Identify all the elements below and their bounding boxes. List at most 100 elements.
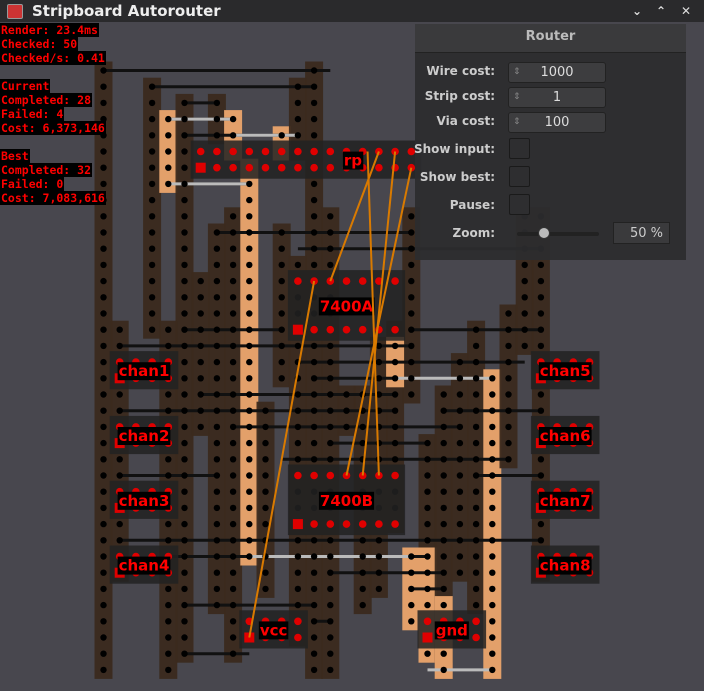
hole	[327, 423, 334, 431]
hole	[440, 439, 447, 447]
hole	[116, 456, 123, 463]
maximize-button[interactable]: ⌃	[652, 2, 670, 20]
pin	[326, 520, 335, 528]
show-best-checkbox[interactable]	[509, 166, 530, 187]
hole	[262, 439, 269, 447]
hole	[213, 553, 221, 560]
hole	[213, 99, 221, 107]
hole	[440, 391, 447, 398]
hole	[310, 213, 318, 220]
hole	[181, 277, 188, 285]
via-cost-spinbox[interactable]: ⇕ 100	[508, 112, 606, 133]
hole	[456, 391, 464, 398]
hole	[489, 537, 496, 544]
hole	[521, 310, 528, 317]
hole	[181, 634, 188, 641]
hole	[294, 132, 302, 139]
hole	[505, 375, 512, 382]
hole	[246, 472, 253, 479]
hole	[391, 439, 399, 447]
hole	[310, 83, 318, 90]
minimize-button[interactable]: ⌄	[628, 2, 646, 20]
pin	[294, 147, 302, 156]
hole	[408, 553, 415, 560]
hole	[100, 585, 107, 593]
hole	[165, 601, 172, 609]
hole	[213, 326, 221, 333]
strip-cost-spinbox[interactable]: ⇕ 1	[508, 87, 606, 108]
hole	[246, 326, 253, 333]
hole	[246, 358, 253, 366]
zoom-slider[interactable]	[517, 232, 599, 236]
spin-arrows-icon[interactable]: ⇕	[513, 113, 521, 132]
hole	[456, 488, 464, 495]
hole	[148, 229, 156, 236]
hole	[278, 358, 285, 366]
show-input-label: Show input:	[413, 142, 495, 156]
pin	[358, 277, 367, 285]
hole	[424, 650, 431, 657]
component-label-chan1: chan1	[119, 362, 170, 380]
hole	[472, 488, 480, 495]
pin	[423, 617, 432, 626]
hole	[116, 326, 123, 333]
zoom-percent-field[interactable]: 50 %	[613, 222, 670, 244]
hole	[440, 601, 447, 609]
hole	[246, 245, 253, 252]
hole	[489, 618, 496, 625]
hole	[246, 423, 253, 431]
pin	[294, 617, 302, 626]
hole	[310, 407, 318, 414]
show-input-checkbox[interactable]	[509, 138, 530, 159]
hole	[262, 456, 269, 463]
pause-checkbox[interactable]	[509, 194, 530, 215]
hole	[456, 472, 464, 479]
hole	[246, 439, 253, 447]
hole	[310, 456, 318, 463]
pin	[310, 325, 318, 334]
hole	[181, 358, 188, 366]
hole	[440, 650, 447, 657]
component-label-chan6: chan6	[540, 427, 591, 445]
hole	[537, 407, 545, 414]
hole	[343, 407, 350, 414]
hole	[505, 310, 512, 317]
hole	[181, 504, 188, 512]
hole	[197, 358, 204, 366]
hole	[310, 650, 318, 657]
hole	[537, 294, 545, 301]
hole	[310, 391, 318, 398]
hole	[213, 472, 221, 479]
hole	[229, 326, 237, 333]
close-button[interactable]: ✕	[677, 2, 695, 20]
hole	[229, 132, 237, 139]
copper-strip	[256, 401, 275, 598]
spin-arrows-icon[interactable]: ⇕	[513, 88, 521, 107]
hole	[229, 391, 237, 398]
hole	[246, 277, 253, 285]
hole	[294, 553, 302, 560]
hole	[181, 407, 188, 414]
hole	[229, 472, 237, 479]
hole	[100, 569, 107, 576]
hole	[408, 326, 415, 333]
hole	[181, 569, 188, 576]
hole	[472, 472, 480, 479]
hole	[310, 601, 318, 609]
hole	[424, 553, 431, 560]
pin	[342, 520, 351, 528]
hole	[181, 488, 188, 495]
hole	[472, 537, 480, 544]
hole	[278, 277, 285, 285]
hole	[505, 423, 512, 431]
hole	[229, 553, 237, 560]
component-label-chan7: chan7	[540, 492, 591, 510]
wire-cost-spinbox[interactable]: ⇕ 1000	[508, 62, 606, 83]
pin	[294, 471, 302, 480]
zoom-slider-handle[interactable]	[538, 227, 550, 239]
hole	[343, 423, 350, 431]
hole	[229, 650, 237, 657]
spin-arrows-icon[interactable]: ⇕	[513, 63, 521, 82]
hole	[181, 164, 188, 171]
hole	[213, 245, 221, 252]
